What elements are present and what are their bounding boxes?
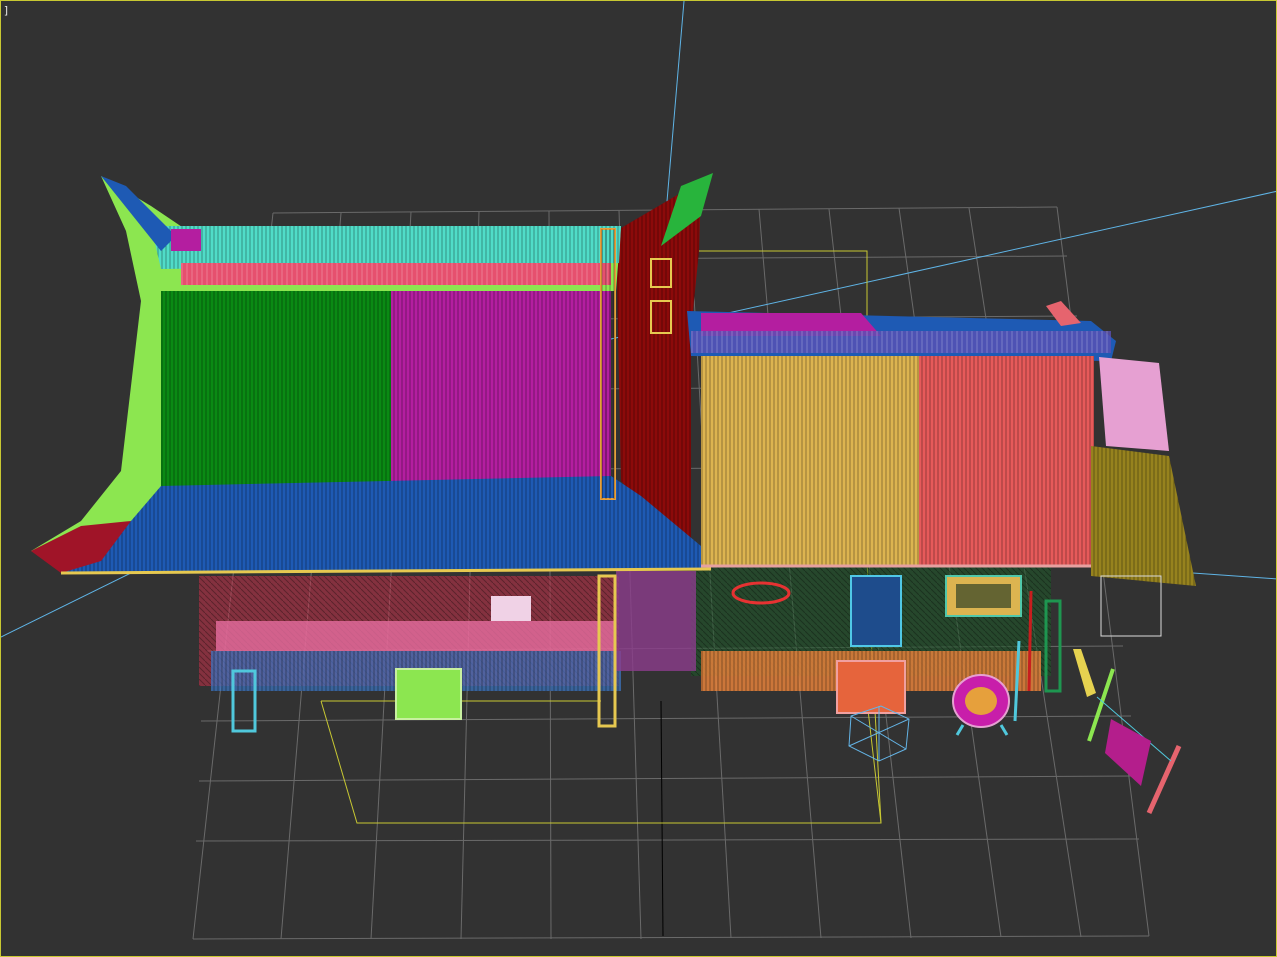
- perspective-viewport[interactable]: ]: [0, 0, 1277, 957]
- hanging-banner[interactable]: [1073, 649, 1182, 815]
- side-awning[interactable]: [1091, 357, 1196, 637]
- pivot-gizmo[interactable]: [848, 705, 910, 762]
- left-roof[interactable]: [31, 176, 712, 575]
- lantern[interactable]: [952, 674, 1010, 736]
- scene-canvas[interactable]: [1, 1, 1277, 957]
- right-roof[interactable]: [687, 301, 1116, 568]
- left-building-facade[interactable]: [199, 571, 696, 733]
